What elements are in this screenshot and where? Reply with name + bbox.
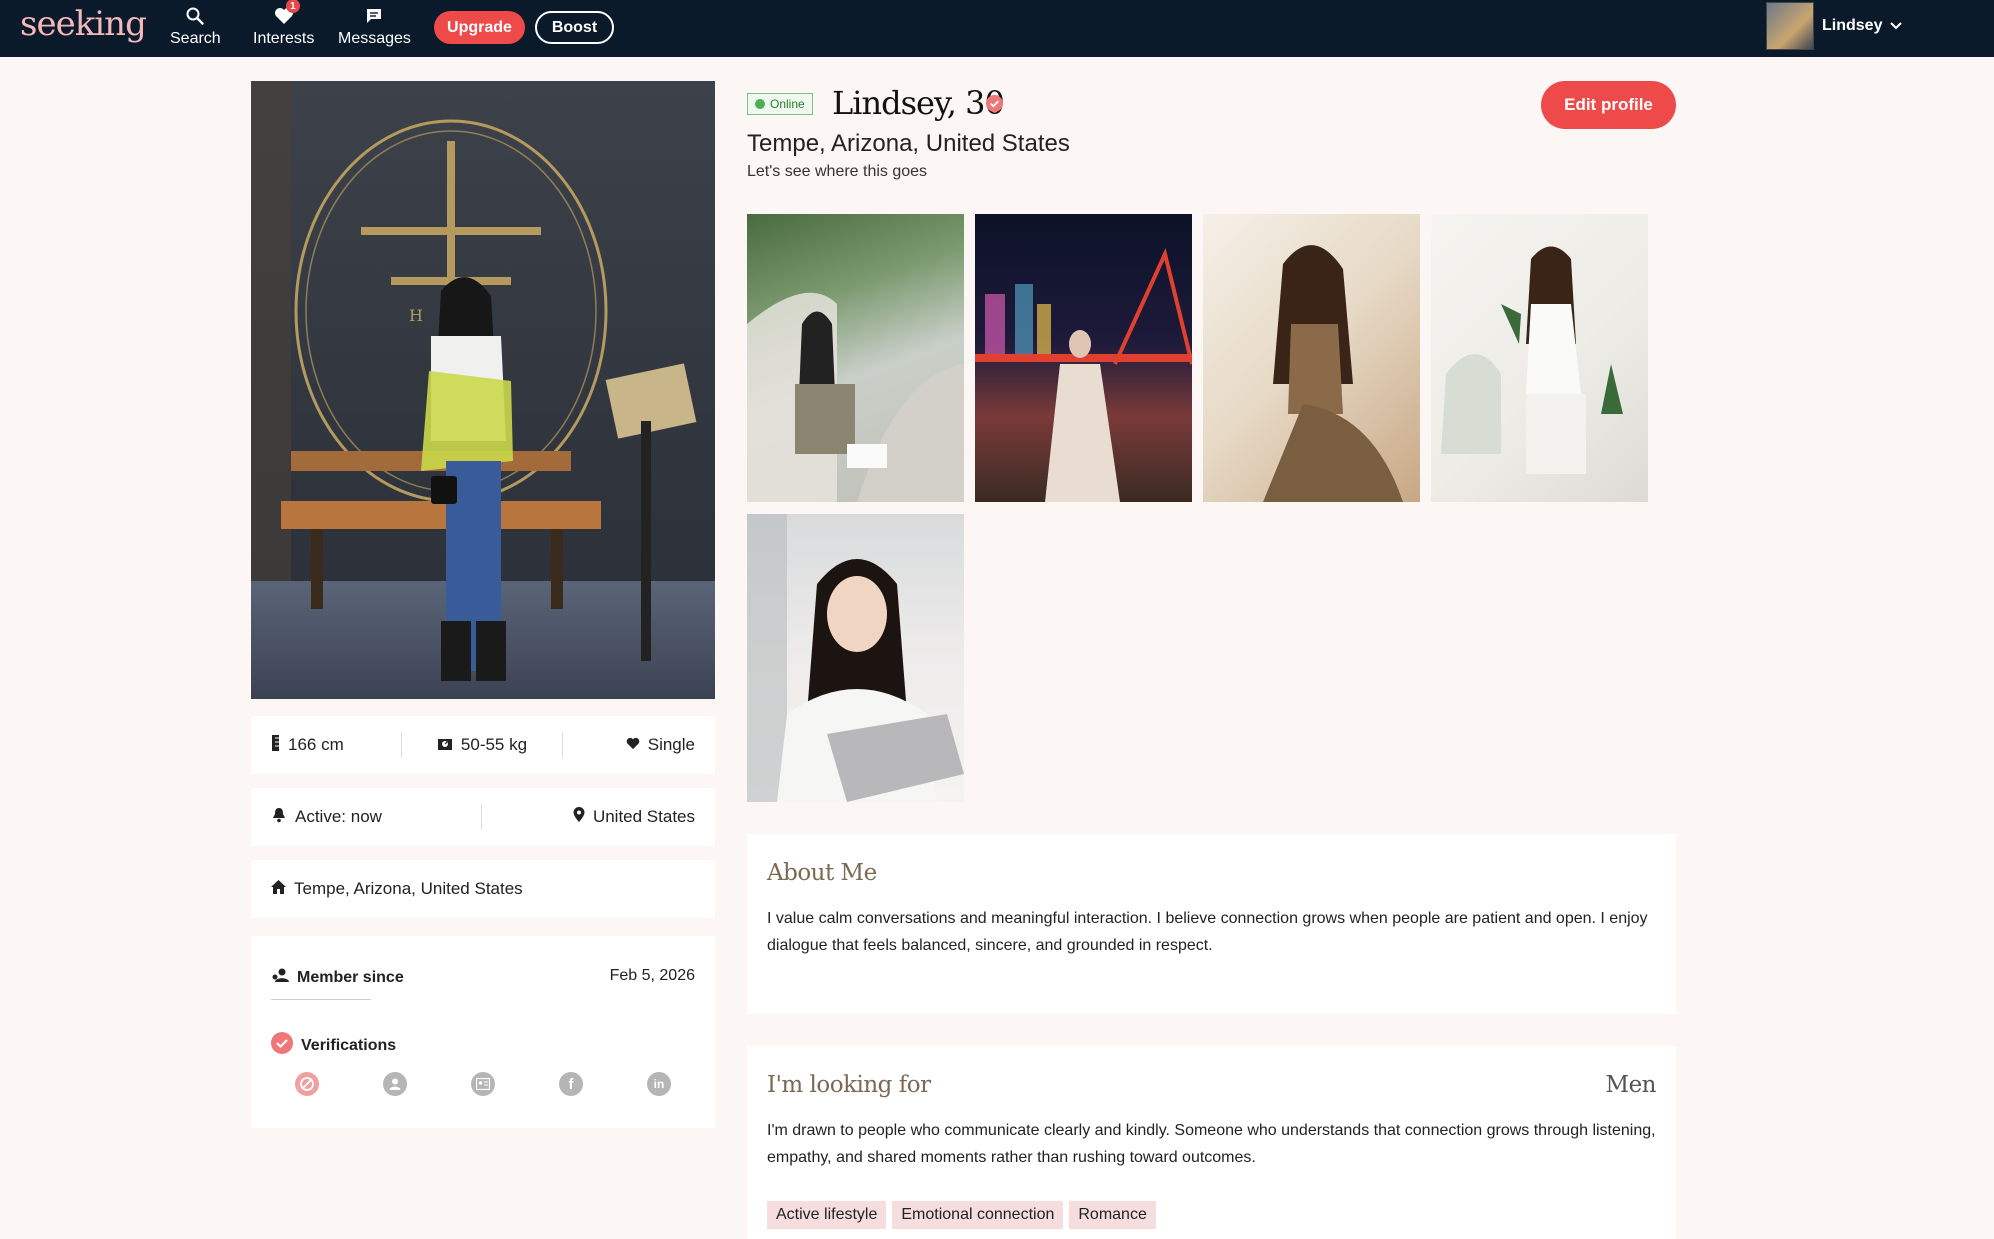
tag-chip[interactable]: Romance [1069,1201,1156,1229]
gallery-photo-illustration [975,247,1192,502]
weight-icon [437,735,453,755]
online-status-badge: Online [747,93,813,115]
nav-messages[interactable]: Messages [338,5,411,48]
weight-stat: 50-55 kg [402,735,562,755]
home-stat: Tempe, Arizona, United States [271,879,523,899]
id-verify-icon[interactable] [471,1072,495,1096]
avatar [1766,2,1814,50]
profile-location: Tempe, Arizona, United States [747,130,1070,157]
gallery-photo[interactable] [975,214,1192,502]
gallery-photo[interactable] [747,514,964,802]
tag-chip[interactable]: Emotional connection [892,1201,1064,1229]
boost-button[interactable]: Boost [535,11,614,44]
looking-for-section: I'm looking for Men I'm drawn to people … [747,1046,1676,1239]
interests-count-badge: 1 [285,0,300,13]
nav-search-label: Search [170,30,221,47]
relationship-value: Single [647,735,695,754]
profile-verify-icon[interactable] [383,1072,407,1096]
about-me-text: I value calm conversations and meaningfu… [767,910,1648,954]
seeking-logo[interactable]: seeking [20,4,147,44]
activity-card: Active: now United States [251,788,715,846]
verified-check-icon [271,1032,293,1059]
heart-icon [626,735,640,755]
nav-messages-label: Messages [338,30,411,47]
member-since-label: Member since [297,968,404,986]
edit-profile-button[interactable]: Edit profile [1541,81,1676,129]
online-label: Online [770,97,805,111]
looking-for-text: I'm drawn to people who communicate clea… [767,1122,1656,1166]
search-icon [184,5,206,27]
main-profile-photo[interactable]: H [251,81,715,699]
weight-value: 50-55 kg [460,735,528,754]
bell-icon [271,807,287,828]
gallery-photo[interactable] [747,214,964,502]
height-value: 166 cm [288,735,344,754]
divider [271,999,371,1000]
verifications-row: Verifications [271,1032,396,1059]
home-value: Tempe, Arizona, United States [294,879,523,898]
upgrade-button[interactable]: Upgrade [434,11,525,44]
verifications-label: Verifications [301,1036,397,1054]
main-photo-illustration: H [251,81,715,699]
gallery-photo[interactable] [1431,214,1648,502]
country-value: United States [592,807,695,826]
looking-for-target: Men [1605,1072,1657,1098]
active-value: Active: now [295,807,382,826]
physical-stats-card: 166 cm 50-55 kg Single [251,716,715,774]
gallery-photo-illustration [1263,245,1403,502]
active-stat: Active: now [271,807,481,828]
member-since-row: Member since [271,968,404,987]
profile-tagline: Let's see where this goes [747,163,928,180]
looking-for-title: I'm looking for [767,1072,931,1098]
chevron-down-icon [1890,17,1903,35]
relationship-stat: Single [563,735,695,755]
facebook-icon[interactable]: f [559,1072,583,1096]
about-me-title: About Me [767,860,877,886]
location-pin-icon [573,806,585,828]
country-stat: United States [482,806,695,828]
ruler-icon [271,734,280,756]
height-stat: 166 cm [271,734,401,756]
photo-verify-icon[interactable] [295,1072,319,1096]
home-location-card: Tempe, Arizona, United States [251,860,715,918]
profile-name-age: Lindsey, 30 [832,84,1005,122]
linkedin-icon[interactable]: in [647,1072,671,1096]
nav-search[interactable]: Search [170,5,221,48]
user-account-menu[interactable]: Lindsey [1766,2,1903,50]
looking-for-tags: Active lifestyle Emotional connection Ro… [767,1201,1162,1229]
user-name: Lindsey [1822,17,1883,34]
about-me-section: About Me I value calm conversations and … [747,834,1676,1014]
gallery-photo-illustration [747,292,964,502]
top-navigation-bar: seeking Search 1 Interests Messages Upgr… [0,0,1994,57]
message-icon [363,5,385,27]
gallery-photo-illustration [747,514,964,802]
member-since-value: Feb 5, 2026 [609,967,695,984]
svg-text:H: H [409,306,423,325]
online-dot-icon [755,99,765,109]
heart-icon: 1 [273,0,300,27]
gallery-photo-illustration [1441,246,1623,474]
members-icon [271,968,289,987]
gallery-photo[interactable] [1203,214,1420,502]
verified-badge-icon [986,95,1003,117]
nav-interests-label: Interests [253,30,315,47]
tag-chip[interactable]: Active lifestyle [767,1201,887,1229]
membership-card: Member since Feb 5, 2026 Verifications f… [251,936,715,1128]
nav-interests[interactable]: 1 Interests [253,0,315,48]
home-icon [271,879,286,899]
